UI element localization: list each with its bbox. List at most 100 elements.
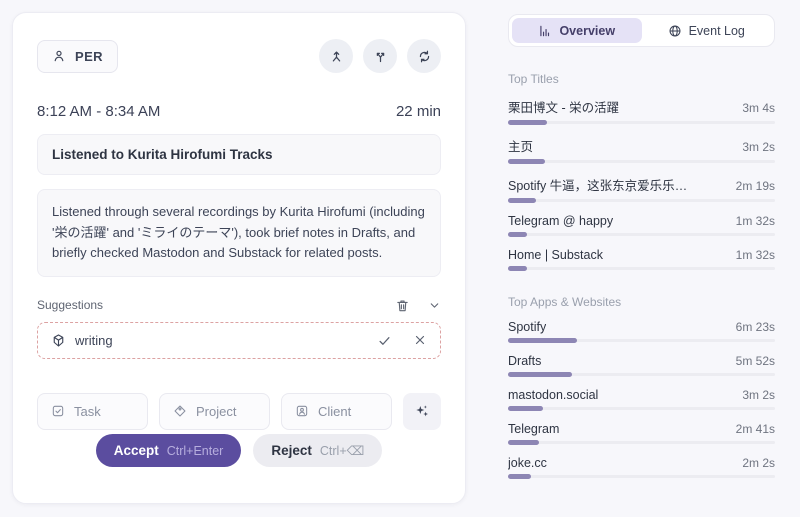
collapse-suggestions-button[interactable] <box>428 299 441 312</box>
sparkles-icon <box>414 403 430 419</box>
progress-track <box>508 199 775 202</box>
item-title: Drafts <box>508 354 541 368</box>
item-title: Spotify 牛逼，这张东京爱乐乐团的 CD，演奏 <box>508 175 696 194</box>
merge-button[interactable] <box>319 39 353 73</box>
pricetag-icon <box>173 404 187 418</box>
client-button[interactable]: Client <box>281 393 392 430</box>
item-title: mastodon.social <box>508 388 598 402</box>
item-duration: 5m 52s <box>736 354 775 368</box>
progress-track <box>508 160 775 163</box>
suggestions-label: Suggestions <box>37 298 103 312</box>
tab-overview[interactable]: Overview <box>512 18 642 43</box>
time-row: 8:12 AM - 8:34 AM 22 min <box>37 103 441 120</box>
globe-icon <box>668 24 682 38</box>
list-item: Drafts 5m 52s <box>508 354 775 376</box>
merge-icon <box>329 49 344 64</box>
split-button[interactable] <box>363 39 397 73</box>
item-duration: 6m 23s <box>736 320 775 334</box>
project-button[interactable]: Project <box>159 393 270 430</box>
stats-panel: Overview Event Log Top Titles 栗田博文 - 栄の活… <box>508 14 775 490</box>
item-title: 栗田博文 - 栄の活躍 <box>508 97 619 116</box>
chevron-down-icon <box>428 299 441 312</box>
tab-event-log[interactable]: Event Log <box>642 18 772 43</box>
top-apps-section: Top Apps & Websites Spotify 6m 23s Drafts… <box>508 295 775 478</box>
duration: 22 min <box>396 103 441 120</box>
section-header: Top Titles <box>508 72 775 86</box>
item-duration: 3m 2s <box>742 388 775 402</box>
progress-track <box>508 267 775 270</box>
reject-label: Reject <box>271 443 312 458</box>
list-item: Telegram @ happy1m 32s <box>508 214 775 236</box>
list-item: 主页3m 2s <box>508 136 775 163</box>
check-icon <box>377 333 392 348</box>
card-toolbar <box>319 39 441 73</box>
refresh-icon <box>417 49 432 64</box>
accept-label: Accept <box>114 443 159 458</box>
progress-track <box>508 373 775 376</box>
progress-track <box>508 475 775 478</box>
session-card: PER 8:12 AM - 8:34 AM 22 min Listen <box>12 12 466 504</box>
item-duration: 1m 32s <box>736 214 775 228</box>
accept-shortcut: Ctrl+Enter <box>167 444 224 458</box>
suggestions-header: Suggestions <box>37 298 441 313</box>
refresh-button[interactable] <box>407 39 441 73</box>
task-label: Task <box>74 404 101 419</box>
top-titles-section: Top Titles 栗田博文 - 栄の活躍 3m 4s 主页3m 2s Spot… <box>508 72 775 270</box>
progress-fill <box>508 440 539 445</box>
dismiss-suggestion-button[interactable] <box>413 333 427 347</box>
confirm-suggestion-button[interactable] <box>377 333 392 348</box>
item-title: joke.cc <box>508 456 547 470</box>
suggestion-item[interactable]: writing <box>37 322 441 359</box>
progress-fill <box>508 198 536 203</box>
badge-person-icon <box>295 404 309 418</box>
bar-chart-icon <box>538 24 552 38</box>
item-duration: 2m 41s <box>736 422 775 436</box>
auto-suggest-button[interactable] <box>403 393 441 430</box>
split-icon <box>373 49 388 64</box>
category-badge[interactable]: PER <box>37 40 118 73</box>
progress-track <box>508 441 775 444</box>
item-title: Home | Substack <box>508 248 603 262</box>
checkbox-icon <box>51 404 65 418</box>
section-header: Top Apps & Websites <box>508 295 775 309</box>
progress-fill <box>508 338 577 343</box>
accept-button[interactable]: Accept Ctrl+Enter <box>96 434 242 467</box>
item-duration: 1m 32s <box>736 248 775 262</box>
tag-icon <box>51 333 66 348</box>
delete-suggestions-button[interactable] <box>395 298 410 313</box>
progress-track <box>508 339 775 342</box>
progress-fill <box>508 266 527 271</box>
description-field[interactable]: Listened through several recordings by K… <box>37 189 441 277</box>
list-item: mastodon.social 3m 2s <box>508 388 775 410</box>
reject-button[interactable]: Reject Ctrl+⌫ <box>253 434 382 467</box>
list-item: Spotify 牛逼，这张东京爱乐乐团的 CD，演奏 2m 19s <box>508 175 775 202</box>
item-duration: 3m 4s <box>742 101 775 115</box>
item-duration: 2m 2s <box>742 456 775 470</box>
progress-track <box>508 407 775 410</box>
progress-fill <box>508 474 531 479</box>
progress-fill <box>508 159 545 164</box>
project-label: Project <box>196 404 236 419</box>
list-item: Spotify 6m 23s <box>508 320 775 342</box>
list-item: Home | Substack 1m 32s <box>508 248 775 270</box>
item-title: Spotify <box>508 320 546 334</box>
title-field[interactable]: Listened to Kurita Hirofumi Tracks <box>37 134 441 175</box>
progress-track <box>508 233 775 236</box>
progress-fill <box>508 120 547 125</box>
panel-tabs: Overview Event Log <box>508 14 775 47</box>
item-duration: 3m 2s <box>742 140 775 154</box>
time-range: 8:12 AM - 8:34 AM <box>37 103 160 120</box>
tab-overview-label: Overview <box>559 24 615 38</box>
category-label: PER <box>75 49 103 64</box>
item-title: Telegram <box>508 422 559 436</box>
progress-track <box>508 121 775 124</box>
progress-fill <box>508 232 527 237</box>
metadata-row: Task Project Client <box>37 393 441 430</box>
client-label: Client <box>318 404 351 419</box>
list-item: joke.cc 2m 2s <box>508 456 775 478</box>
task-button[interactable]: Task <box>37 393 148 430</box>
item-duration: 2m 19s <box>736 179 775 193</box>
close-icon <box>413 333 427 347</box>
tab-event-log-label: Event Log <box>689 24 745 38</box>
reject-shortcut: Ctrl+⌫ <box>320 443 364 458</box>
